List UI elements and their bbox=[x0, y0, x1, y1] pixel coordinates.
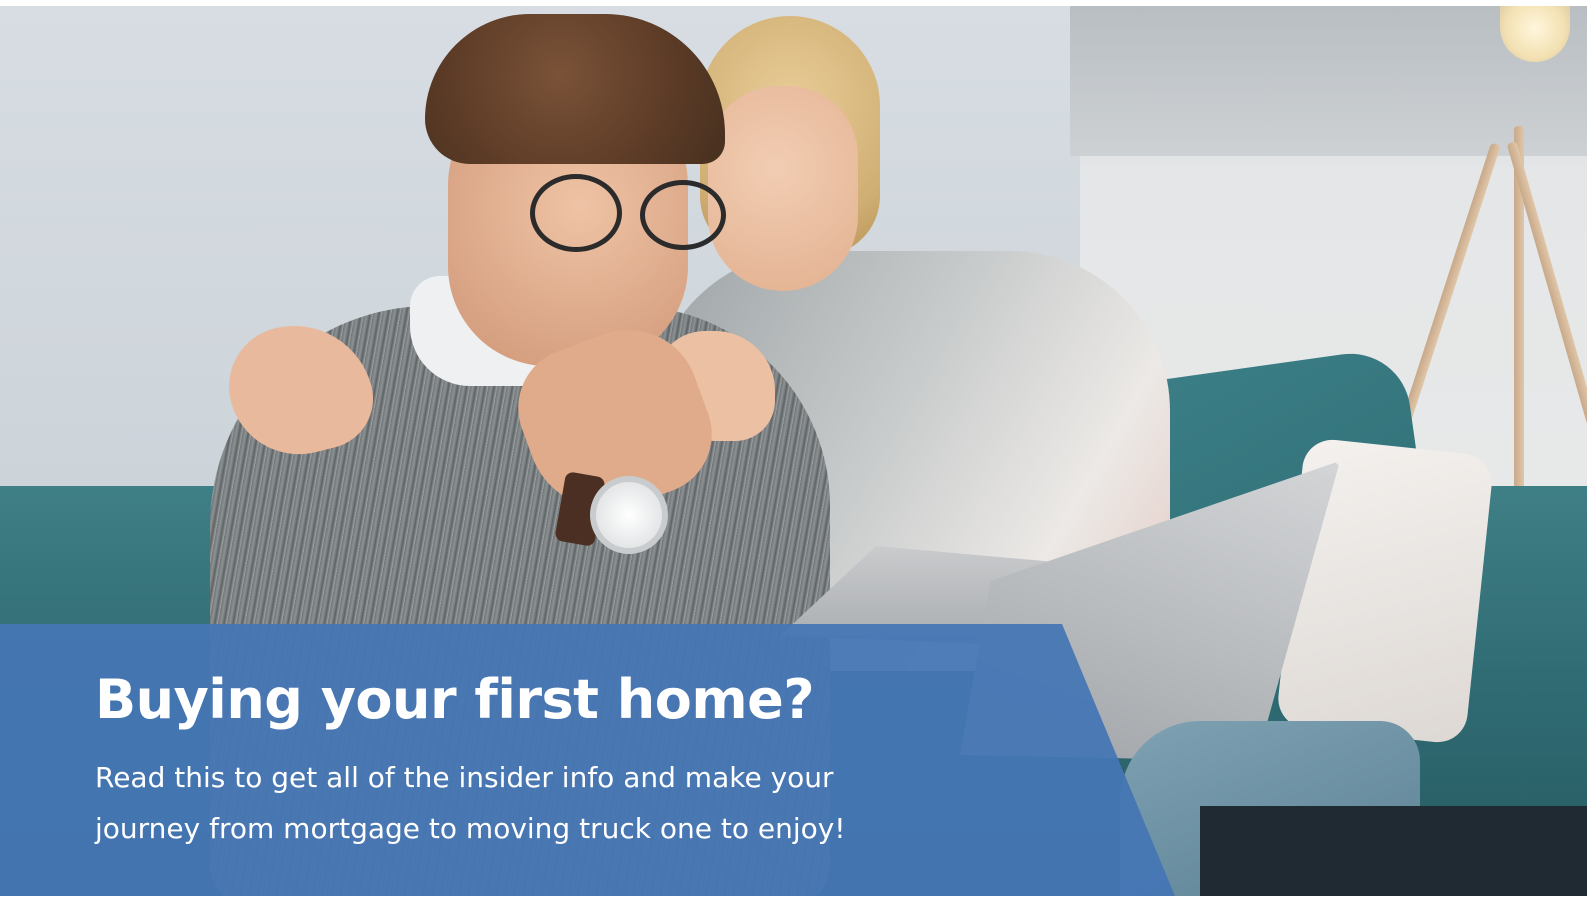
woman-face bbox=[708, 86, 858, 291]
dark-pants bbox=[1200, 806, 1587, 896]
man-hair bbox=[425, 14, 725, 164]
watch-icon bbox=[590, 476, 668, 554]
hero-subtext: Read this to get all of the insider info… bbox=[95, 761, 846, 845]
glasses-icon bbox=[640, 180, 726, 250]
hero-headline: Buying your first home? bbox=[95, 668, 815, 731]
glasses-icon bbox=[530, 174, 622, 252]
